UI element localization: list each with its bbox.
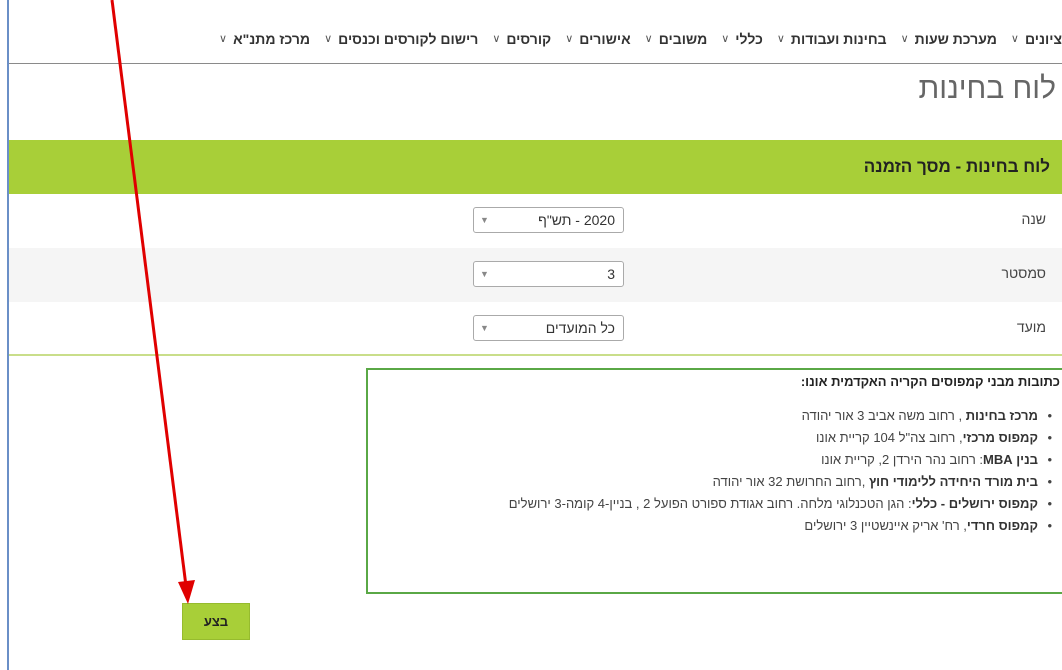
chevron-down-icon: ∨ (776, 33, 785, 45)
year-label: שנה (1021, 211, 1046, 227)
nav-item-label: בחינות ועבודות (790, 30, 887, 47)
session-label: מועד (1016, 319, 1046, 335)
main-nav: ציונים ∨ מערכת שעות ∨ בחינות ועבודות ∨ כללי… (9, 14, 1062, 64)
list-item: בית מורד היחידה ללימודי חוץ ,רחוב החרושת… (368, 471, 1052, 493)
session-select-value: כל המועדים (545, 320, 615, 336)
nav-item-label: משובים (658, 30, 708, 47)
nav-item-approvals[interactable]: אישורים ∨ (565, 31, 630, 47)
chevron-down-icon: ∨ (900, 33, 909, 45)
form-row-session: מועד כל המועדים ▼ (9, 302, 1062, 356)
nav-item-course-registration[interactable]: רישום לקורסים וכנסים ∨ (324, 31, 478, 47)
nav-item-label: קורסים (506, 30, 552, 47)
chevron-down-icon: ∨ (644, 33, 653, 45)
nav-item-label: אישורים (579, 30, 631, 47)
campus-address-list: מרכז בחינות , רחוב משה אביב 3 אור יהודה … (368, 405, 1060, 537)
dropdown-arrow-icon: ▼ (480, 215, 489, 225)
list-item: קמפוס מרכזי, רחוב צה"ל 104 קריית אונו (368, 427, 1052, 449)
form-row-year: שנה 2020 - תש"ף ▼ (9, 194, 1062, 248)
nav-item-timetable[interactable]: מערכת שעות ∨ (901, 31, 997, 47)
nav-item-feedback[interactable]: משובים ∨ (645, 31, 708, 47)
nav-item-courses[interactable]: קורסים ∨ (492, 31, 551, 47)
chevron-down-icon: ∨ (324, 33, 333, 45)
nav-item-grades[interactable]: ציונים ∨ (1011, 31, 1062, 47)
nav-item-general[interactable]: כללי ∨ (721, 31, 763, 47)
nav-item-label: כללי (735, 30, 763, 47)
chevron-down-icon: ∨ (1010, 33, 1019, 45)
run-button[interactable]: בצע (182, 603, 250, 640)
year-select-value: 2020 - תש"ף (538, 212, 615, 228)
panel-header: לוח בחינות - מסך הזמנה (9, 140, 1062, 194)
chevron-down-icon: ∨ (565, 33, 574, 45)
list-item: בנין MBA: רחוב נהר הירדן 2, קריית אונו (368, 449, 1052, 471)
list-item: קמפוס חרדי, רח' אריק איינשטיין 3 ירושלים (368, 515, 1052, 537)
nav-item-label: מערכת שעות (914, 30, 997, 47)
annotation-arrow-head (178, 580, 195, 604)
chevron-down-icon: ∨ (721, 33, 730, 45)
nav-item-matna-center[interactable]: מרכז מתנ"א ∨ (219, 31, 310, 47)
semester-select[interactable]: 3 ▼ (473, 261, 624, 287)
chevron-down-icon: ∨ (219, 33, 228, 45)
form-row-semester: סמסטר 3 ▼ (9, 248, 1062, 302)
list-item: קמפוס ירושלים - כללי: הגן הטכנלוגי מלחה.… (368, 493, 1052, 515)
semester-label: סמסטר (1001, 265, 1046, 281)
list-item: מרכז בחינות , רחוב משה אביב 3 אור יהודה (368, 405, 1052, 427)
panel-title: לוח בחינות - מסך הזמנה (863, 157, 1050, 176)
semester-select-value: 3 (607, 266, 615, 282)
dropdown-arrow-icon: ▼ (480, 323, 489, 333)
nav-item-label: רישום לקורסים וכנסים (338, 30, 479, 47)
top-strip (9, 0, 1062, 14)
campus-addresses-box: כתובות מבני קמפוסים הקריה האקדמית אונו: … (366, 368, 1062, 594)
nav-item-exams-assignments[interactable]: בחינות ועבודות ∨ (777, 31, 887, 47)
year-select[interactable]: 2020 - תש"ף ▼ (473, 207, 624, 233)
campus-addresses-heading: כתובות מבני קמפוסים הקריה האקדמית אונו: (800, 374, 1060, 389)
session-select[interactable]: כל המועדים ▼ (473, 315, 624, 341)
dropdown-arrow-icon: ▼ (480, 269, 489, 279)
page-title: לוח בחינות (918, 72, 1056, 105)
exam-order-form: שנה 2020 - תש"ף ▼ סמסטר 3 ▼ מועד כל המוע… (9, 194, 1062, 356)
chevron-down-icon: ∨ (492, 33, 501, 45)
nav-item-label: מרכז מתנ"א (233, 30, 311, 47)
nav-item-label: ציונים (1024, 30, 1062, 47)
